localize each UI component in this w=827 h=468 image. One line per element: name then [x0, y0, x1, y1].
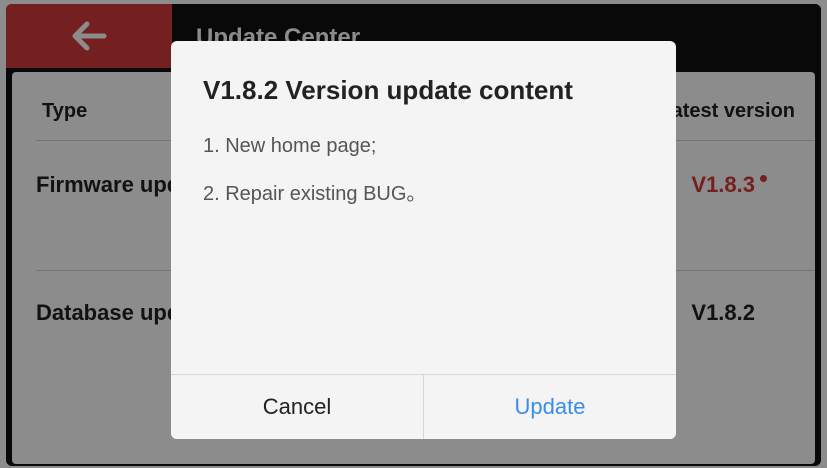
dialog-footer: Cancel Update [171, 374, 676, 439]
dialog-line: 1. New home page; [203, 135, 377, 157]
dialog-title: V1.8.2 Version update content [203, 75, 573, 105]
update-button[interactable]: Update [424, 375, 676, 439]
dialog-line: 2. Repair existing BUG。 [203, 183, 427, 205]
update-dialog: V1.8.2 Version update content 1. New hom… [171, 41, 676, 439]
cancel-button[interactable]: Cancel [171, 375, 424, 439]
